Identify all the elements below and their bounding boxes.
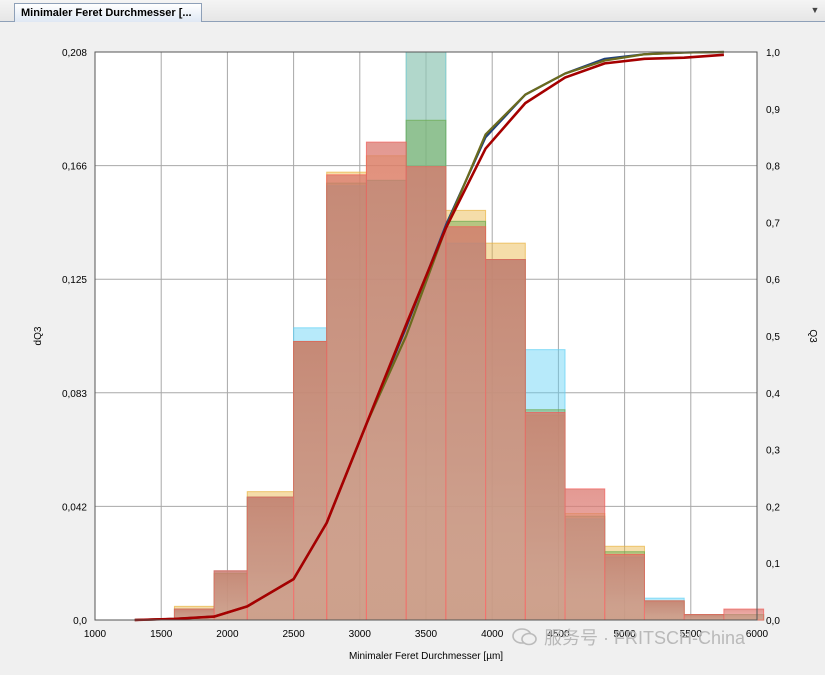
y-tick-label: 0,166 [62,162,87,173]
x-tick-label: 2000 [216,629,239,640]
y2-tick-label: 0,1 [766,559,780,570]
tab-minimaler-feret[interactable]: Minimaler Feret Durchmesser [... [14,3,202,22]
histogram-overlay-bar [485,259,526,620]
x-axis-label: Minimaler Feret Durchmesser [µm] [349,651,503,662]
y-tick-label: 0,208 [62,48,87,59]
y-tick-label: 0,125 [62,275,87,286]
y2-tick-label: 0,5 [766,332,780,343]
y2-tick-label: 1,0 [766,48,780,59]
x-tick-label: 2500 [282,629,305,640]
y2-tick-label: 0,8 [766,162,780,173]
watermark-text: 服务号 · FRITSCH-China [544,628,746,648]
histogram-overlay-bar [684,614,724,620]
y2-tick-label: 0,2 [766,502,780,513]
y2-tick-label: 0,3 [766,446,780,457]
x-tick-label: 3500 [415,629,438,640]
y2-tick-label: 0,4 [766,389,780,400]
histogram-overlay-bar [525,412,566,620]
x-tick-label: 4000 [481,629,504,640]
y2-tick-label: 0,9 [766,105,780,116]
histogram-overlay-bar [604,554,645,620]
y-axis-ticks: 0,0 0,042 0,083 0,125 0,166 0,208 [62,48,87,627]
x-tick-label: 1500 [150,629,173,640]
y2-axis-label: Q3 [807,329,818,343]
x-tick-label: 6000 [746,629,769,640]
watermark: 服务号 · FRITSCH-China [512,625,745,649]
histogram-overlay-bar [406,166,446,620]
chevron-down-icon[interactable]: ▼ [809,4,821,16]
histogram-overlay-bar [445,226,486,620]
histogram-overlay-bar [326,174,367,620]
x-tick-label: 3000 [349,629,372,640]
y2-axis-ticks: 0,0 0,1 0,2 0,3 0,4 0,5 0,6 0,7 0,8 0,9 1,0 [766,48,780,627]
histogram-overlay-bar [644,600,685,620]
y-tick-label: 0,042 [62,502,87,513]
tab-title: Minimaler Feret Durchmesser [... [21,7,192,19]
y-tick-label: 0,0 [73,616,87,627]
y2-tick-label: 0,6 [766,275,780,286]
y2-tick-label: 0,0 [766,616,780,627]
x-tick-label: 1000 [84,629,107,640]
histogram-overlay-bar [565,488,605,620]
y-axis-label: dQ3 [33,326,44,345]
y-tick-label: 0,083 [62,389,87,400]
chart-svg: 1000 1500 2000 2500 3000 3500 4000 4500 5000 5500… [33,48,818,662]
histogram-overlay-bar [293,341,327,620]
tab-bar: Minimaler Feret Durchmesser [... ▼ [0,0,825,22]
chat-bubble-icon [512,627,538,647]
chart-area: 1000 1500 2000 2500 3000 3500 4000 4500 5000 5500… [0,22,825,670]
histogram-overlay-bar [723,609,764,620]
y2-tick-label: 0,7 [766,218,780,229]
